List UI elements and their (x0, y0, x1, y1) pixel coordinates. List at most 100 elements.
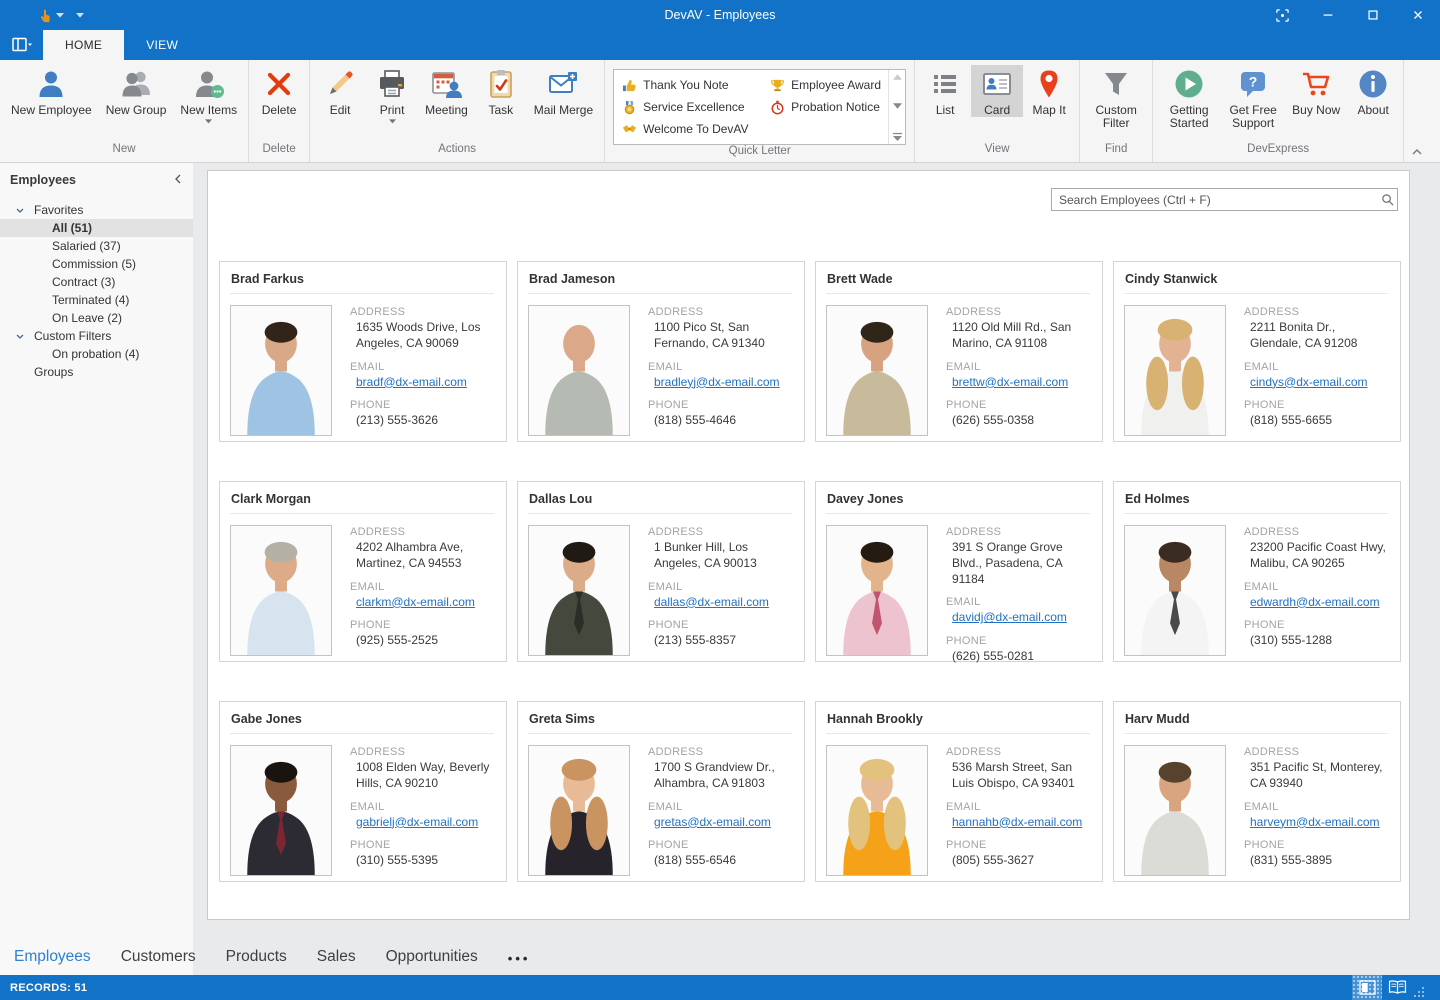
email-link[interactable]: clarkm@dx-email.com (356, 595, 475, 609)
email-link[interactable]: cindys@dx-email.com (1250, 375, 1368, 389)
email-link[interactable]: gabrielj@dx-email.com (356, 815, 478, 829)
sidebar-item-commission-5[interactable]: Commission (5) (0, 255, 193, 273)
new-employee-button[interactable]: New Employee (4, 65, 99, 117)
gallery-item-welcome-to-devav[interactable]: Welcome To DevAV (622, 118, 770, 140)
minimize-button[interactable] (1305, 0, 1350, 30)
ribbon-group-view: ListCardMap ItView (915, 60, 1080, 162)
sidebar-item-favorites[interactable]: Favorites (0, 201, 193, 219)
employee-card-dallas-lou[interactable]: Dallas LouADDRESS1 Bunker Hill, Los Ange… (517, 481, 805, 662)
gallery-scroll-down-icon[interactable] (893, 103, 902, 109)
app-menu-button[interactable] (0, 30, 43, 60)
buy-now-button[interactable]: Buy Now (1285, 65, 1347, 117)
close-button[interactable] (1395, 0, 1440, 30)
search-button[interactable] (1377, 193, 1397, 206)
getting-started-button[interactable]: Getting Started (1157, 65, 1221, 130)
employee-card-clark-morgan[interactable]: Clark MorganADDRESS4202 Alhambra Ave, Ma… (219, 481, 507, 662)
titlebar: DevAV - Employees (0, 0, 1440, 30)
phone-value: (818) 555-6655 (1244, 413, 1388, 429)
custom-filter-button[interactable]: Custom Filter (1084, 65, 1148, 130)
email-link[interactable]: brettw@dx-email.com (952, 375, 1068, 389)
sidebar-item-salaried-37[interactable]: Salaried (37) (0, 237, 193, 255)
email-link[interactable]: davidj@dx-email.com (952, 610, 1067, 624)
ribbon-tab-row: HOMEVIEW (0, 30, 1440, 60)
card-button[interactable]: Card (971, 65, 1023, 117)
customize-qat-button[interactable] (72, 11, 88, 20)
gallery-item-label: Service Excellence (643, 100, 744, 114)
status-card-view-button[interactable] (1352, 975, 1382, 1000)
edit-button[interactable]: Edit (314, 65, 366, 117)
map-it-button[interactable]: Map It (1023, 65, 1075, 117)
email-link[interactable]: dallas@dx-email.com (654, 595, 769, 609)
mail-merge-button[interactable]: Mail Merge (527, 65, 600, 117)
employee-card-hannah-brookly[interactable]: Hannah BrooklyADDRESS536 Marsh Street, S… (815, 701, 1103, 882)
delete-button[interactable]: Delete (253, 65, 305, 117)
module-tab-opportunities[interactable]: Opportunities (386, 948, 478, 966)
email-link[interactable]: edwardh@dx-email.com (1250, 595, 1380, 609)
gallery-expand-icon[interactable] (893, 132, 902, 141)
search-input[interactable] (1052, 193, 1377, 207)
employee-photo (528, 745, 630, 876)
gallery-item-employee-award[interactable]: Employee Award (770, 74, 888, 96)
play-icon (1173, 68, 1205, 100)
employee-card-brad-jameson[interactable]: Brad JamesonADDRESS1100 Pico St, San Fer… (517, 261, 805, 442)
address-value: 1120 Old Mill Rd., San Marino, CA 91108 (946, 320, 1090, 352)
employee-photo (1124, 305, 1226, 436)
employee-portrait (529, 306, 629, 435)
card-view-icon (1359, 980, 1376, 995)
sidebar-collapse-button[interactable] (175, 173, 181, 187)
ribbon-group-actions: EditPrintMeetingTaskMail MergeActions (310, 60, 605, 162)
touch-pointer-button[interactable] (34, 6, 68, 25)
sidebar-item-custom-filters[interactable]: Custom Filters (0, 327, 193, 345)
sidebar-item-label: Custom Filters (34, 329, 111, 343)
meeting-button[interactable]: Meeting (418, 65, 475, 117)
employee-card-greta-sims[interactable]: Greta SimsADDRESS1700 S Grandview Dr., A… (517, 701, 805, 882)
employee-card-brett-wade[interactable]: Brett WadeADDRESS1120 Old Mill Rd., San … (815, 261, 1103, 442)
module-tabs-overflow-button[interactable]: ••• (508, 948, 531, 966)
sidebar-item-on-probation-4[interactable]: On probation (4) (0, 345, 193, 363)
print-button[interactable]: Print (366, 65, 418, 124)
module-tab-products[interactable]: Products (226, 948, 287, 966)
map-pin-icon (1033, 68, 1065, 100)
gallery-item-service-excellence[interactable]: Service Excellence (622, 96, 770, 118)
address-label: ADDRESS (1244, 746, 1388, 758)
new-items-button[interactable]: New Items (173, 65, 244, 124)
list-button[interactable]: List (919, 65, 971, 117)
status-reading-view-button[interactable] (1382, 975, 1412, 1000)
employee-card-gabe-jones[interactable]: Gabe JonesADDRESS1008 Elden Way, Beverly… (219, 701, 507, 882)
resize-grip[interactable] (1412, 975, 1426, 1000)
maximize-button[interactable] (1350, 0, 1395, 30)
sidebar-item-on-leave-2[interactable]: On Leave (2) (0, 309, 193, 327)
employee-portrait (827, 746, 927, 875)
task-button[interactable]: Task (475, 65, 527, 117)
employee-name: Ed Holmes (1124, 490, 1388, 514)
module-tab-employees[interactable]: Employees (14, 948, 91, 966)
email-link[interactable]: hannahb@dx-email.com (952, 815, 1082, 829)
email-link[interactable]: gretas@dx-email.com (654, 815, 771, 829)
employee-card-brad-farkus[interactable]: Brad FarkusADDRESS1635 Woods Drive, Los … (219, 261, 507, 442)
email-link[interactable]: bradf@dx-email.com (356, 375, 467, 389)
ribbon-tab-home[interactable]: HOME (43, 30, 124, 60)
email-link[interactable]: bradleyj@dx-email.com (654, 375, 780, 389)
touch-target-button[interactable] (1260, 0, 1305, 30)
employee-card-davey-jones[interactable]: Davey JonesADDRESS391 S Orange Grove Blv… (815, 481, 1103, 662)
gallery-scroll-up-icon[interactable] (893, 74, 902, 80)
employee-card-grid: Brad FarkusADDRESS1635 Woods Drive, Los … (219, 261, 1401, 882)
sidebar-item-contract-3[interactable]: Contract (3) (0, 273, 193, 291)
get-free-support-button[interactable]: ?Get Free Support (1221, 65, 1285, 130)
ribbon-tab-view[interactable]: VIEW (124, 30, 200, 60)
employee-card-ed-holmes[interactable]: Ed HolmesADDRESS23200 Pacific Coast Hwy,… (1113, 481, 1401, 662)
email-link[interactable]: harveym@dx-email.com (1250, 815, 1380, 829)
book-icon (1388, 980, 1407, 995)
new-group-button[interactable]: New Group (99, 65, 174, 117)
sidebar-item-groups[interactable]: Groups (0, 363, 193, 381)
collapse-ribbon-button[interactable] (1406, 145, 1428, 159)
employee-card-harv-mudd[interactable]: Harv MuddADDRESS351 Pacific St, Monterey… (1113, 701, 1401, 882)
employee-card-cindy-stanwick[interactable]: Cindy StanwickADDRESS2211 Bonita Dr., Gl… (1113, 261, 1401, 442)
module-tab-sales[interactable]: Sales (317, 948, 356, 966)
module-tab-customers[interactable]: Customers (121, 948, 196, 966)
gallery-item-probation-notice[interactable]: Probation Notice (770, 96, 888, 118)
about-button[interactable]: About (1347, 65, 1399, 117)
gallery-item-thank-you-note[interactable]: Thank You Note (622, 74, 770, 96)
sidebar-item-all-51[interactable]: All (51) (0, 219, 193, 237)
sidebar-item-terminated-4[interactable]: Terminated (4) (0, 291, 193, 309)
